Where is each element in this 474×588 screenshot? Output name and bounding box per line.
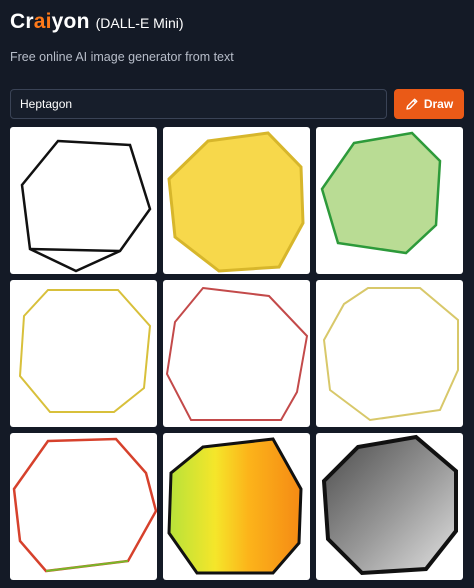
page-subtitle: Free online AI image generator from text	[10, 50, 234, 64]
prompt-input[interactable]	[10, 89, 387, 119]
results-grid	[10, 127, 463, 580]
result-image-5[interactable]	[163, 280, 310, 427]
pencil-icon	[406, 98, 418, 110]
result-image-7[interactable]	[10, 433, 157, 580]
result-image-3[interactable]	[316, 127, 463, 274]
draw-button-label: Draw	[423, 97, 454, 111]
craiyon-logo[interactable]: Craiyon	[10, 10, 90, 34]
logo-tagline: (DALL-E Mini)	[95, 15, 184, 31]
result-image-2[interactable]	[163, 127, 310, 274]
result-image-4[interactable]	[10, 280, 157, 427]
draw-button[interactable]: Draw	[394, 89, 464, 119]
result-image-8[interactable]	[163, 433, 310, 580]
result-image-6[interactable]	[316, 280, 463, 427]
result-image-9[interactable]	[316, 433, 463, 580]
header: Craiyon (DALL-E Mini) Free online AI ima…	[10, 10, 234, 64]
brand: Craiyon (DALL-E Mini)	[10, 10, 234, 34]
result-image-1[interactable]	[10, 127, 157, 274]
